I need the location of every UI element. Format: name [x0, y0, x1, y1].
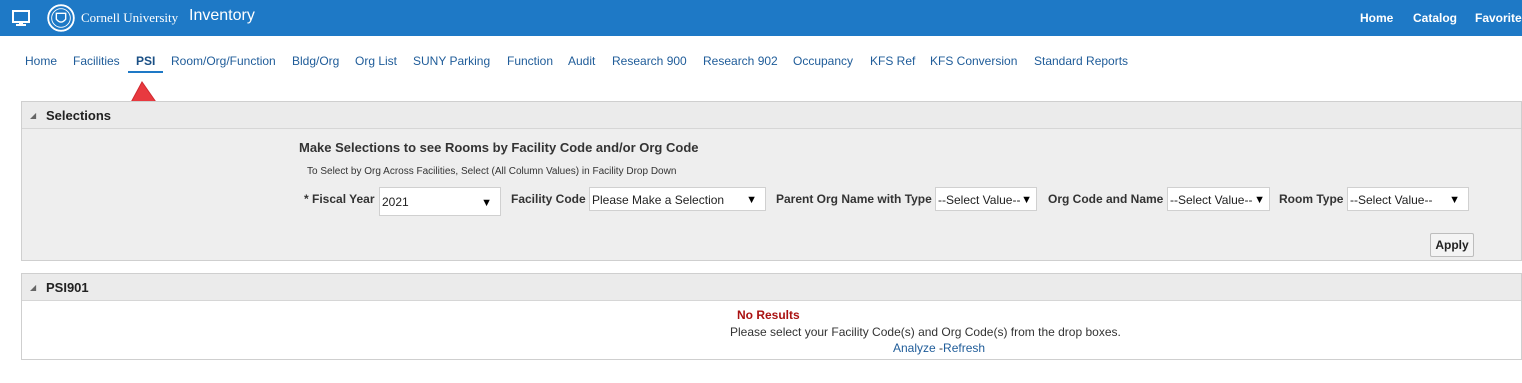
apply-button[interactable]: Apply [1430, 233, 1474, 257]
analyze-link[interactable]: Analyze [893, 341, 936, 355]
fiscal-year-label: * Fiscal Year [304, 192, 375, 206]
tab-kfs-ref[interactable]: KFS Ref [870, 54, 915, 68]
university-name[interactable]: Cornell University [81, 10, 178, 26]
results-body: No Results Please select your Facility C… [22, 301, 1521, 359]
facility-code-dropdown[interactable]: Please Make a Selection ▼ [589, 187, 766, 211]
selections-title: Selections [46, 108, 112, 123]
facility-code-value: Please Make a Selection [592, 193, 725, 207]
selections-body: Make Selections to see Rooms by Facility… [22, 129, 1521, 260]
tab-kfs-conversion[interactable]: KFS Conversion [930, 54, 1017, 68]
results-links: Analyze -Refresh [893, 341, 985, 355]
tab-function[interactable]: Function [507, 54, 553, 68]
results-message: Please select your Facility Code(s) and … [730, 325, 1121, 339]
results-title: PSI901 [46, 280, 89, 295]
chevron-down-icon: ▼ [481, 197, 492, 209]
org-code-dropdown[interactable]: --Select Value-- ▼ [1167, 187, 1270, 211]
tab-bldg-org[interactable]: Bldg/Org [292, 54, 339, 68]
room-type-value: --Select Value-- [1350, 193, 1433, 207]
tab-psi[interactable]: PSI [136, 54, 155, 68]
monitor-icon[interactable] [12, 9, 30, 27]
active-tab-indicator [128, 71, 163, 73]
org-code-value: --Select Value-- [1170, 193, 1253, 207]
parent-org-label: Parent Org Name with Type [776, 192, 932, 206]
selections-heading: Make Selections to see Rooms by Facility… [299, 140, 699, 155]
tab-standard-reports[interactable]: Standard Reports [1034, 54, 1128, 68]
refresh-link[interactable]: Refresh [943, 341, 985, 355]
no-results-text: No Results [737, 308, 800, 322]
header-link-home[interactable]: Home [1360, 11, 1393, 25]
parent-org-dropdown[interactable]: --Select Value-- ▼ [935, 187, 1037, 211]
tab-bar: Home Facilities PSI Room/Org/Function Bl… [0, 50, 1522, 76]
collapse-triangle-icon[interactable]: ◢ [30, 283, 36, 292]
fiscal-year-dropdown[interactable]: 2021 ▼ [379, 187, 501, 216]
header-link-favorites[interactable]: Favorites [1475, 11, 1522, 25]
tab-facilities[interactable]: Facilities [73, 54, 120, 68]
selections-subheading: To Select by Org Across Facilities, Sele… [307, 166, 677, 177]
room-type-label: Room Type [1279, 192, 1344, 206]
results-header[interactable]: ◢ PSI901 [22, 274, 1521, 301]
cornell-seal-logo[interactable] [47, 4, 75, 32]
tab-research-902[interactable]: Research 902 [703, 54, 778, 68]
tab-home[interactable]: Home [25, 54, 57, 68]
parent-org-value: --Select Value-- [938, 193, 1021, 207]
chevron-down-icon: ▼ [1021, 194, 1032, 206]
tab-room-org-function[interactable]: Room/Org/Function [171, 54, 276, 68]
tab-audit[interactable]: Audit [568, 54, 595, 68]
chevron-down-icon: ▼ [1254, 194, 1265, 206]
results-panel: ◢ PSI901 No Results Please select your F… [21, 273, 1522, 360]
chevron-down-icon: ▼ [746, 194, 757, 206]
tab-occupancy[interactable]: Occupancy [793, 54, 853, 68]
tab-suny-parking[interactable]: SUNY Parking [413, 54, 490, 68]
app-title[interactable]: Inventory [189, 7, 255, 25]
tab-org-list[interactable]: Org List [355, 54, 397, 68]
header-link-catalog[interactable]: Catalog [1413, 11, 1457, 25]
top-bar: Cornell University Inventory Home Catalo… [0, 0, 1522, 36]
chevron-down-icon: ▼ [1449, 194, 1460, 206]
tab-research-900[interactable]: Research 900 [612, 54, 687, 68]
facility-code-label: Facility Code [511, 192, 586, 206]
fiscal-year-value: 2021 [382, 195, 409, 209]
selections-header[interactable]: ◢ Selections [22, 102, 1521, 129]
room-type-dropdown[interactable]: --Select Value-- ▼ [1347, 187, 1469, 211]
collapse-triangle-icon[interactable]: ◢ [30, 111, 36, 120]
selections-panel: ◢ Selections Make Selections to see Room… [21, 101, 1522, 261]
org-code-label: Org Code and Name [1048, 192, 1164, 206]
